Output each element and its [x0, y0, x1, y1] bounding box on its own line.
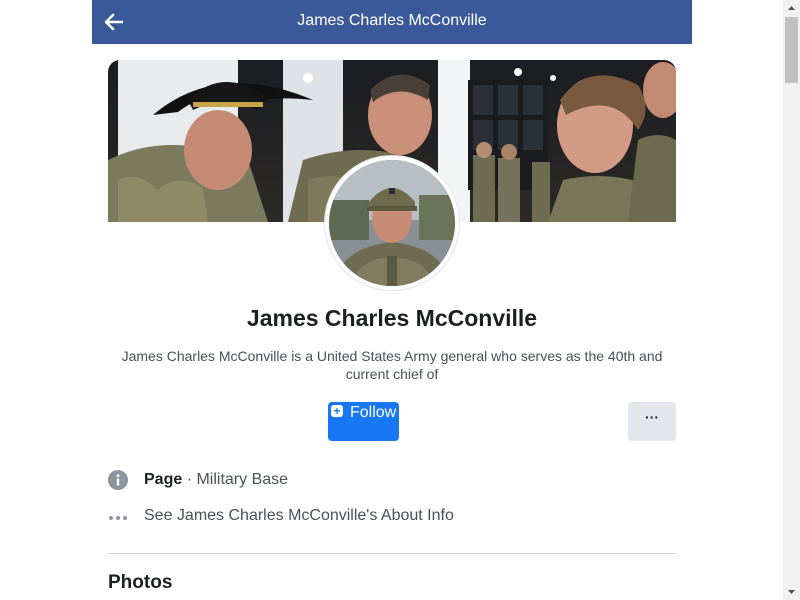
top-bar: James Charles McConville	[92, 0, 692, 44]
page-category-row: Page · Military Base	[108, 468, 676, 492]
page-category: Military Base	[196, 471, 289, 488]
more-dots-icon: ···	[645, 409, 659, 425]
page-type-label: Page	[144, 471, 183, 488]
page-category-text: Page · Military Base	[144, 471, 288, 489]
page: James Charles McConville James Charles M…	[0, 0, 800, 600]
profile-bio: James Charles McConville is a United Sta…	[121, 348, 663, 382]
follow-label: Follow	[350, 404, 397, 421]
info-icon	[108, 470, 128, 490]
section-divider	[108, 553, 676, 554]
scroll-down-arrow-icon[interactable]	[783, 583, 800, 600]
profile-name: James Charles McConville	[246, 305, 538, 331]
page-title: James Charles McConville	[297, 12, 487, 29]
avatar[interactable]	[325, 156, 459, 290]
profile-photo-image	[329, 160, 455, 286]
photos-section-title: Photos	[108, 572, 173, 593]
about-info-row[interactable]: See James Charles McConville's About Inf…	[108, 504, 676, 528]
more-options-button[interactable]: ···	[628, 402, 676, 441]
scrollbar[interactable]	[783, 0, 800, 600]
ellipsis-icon	[109, 516, 127, 520]
category-separator: ·	[182, 471, 197, 488]
about-info-link[interactable]: See James Charles McConville's About Inf…	[144, 507, 454, 525]
plus-icon: +	[331, 405, 343, 417]
scroll-thumb[interactable]	[785, 17, 798, 83]
follow-button[interactable]: + Follow	[328, 402, 399, 441]
scroll-up-arrow-icon[interactable]	[783, 0, 800, 17]
